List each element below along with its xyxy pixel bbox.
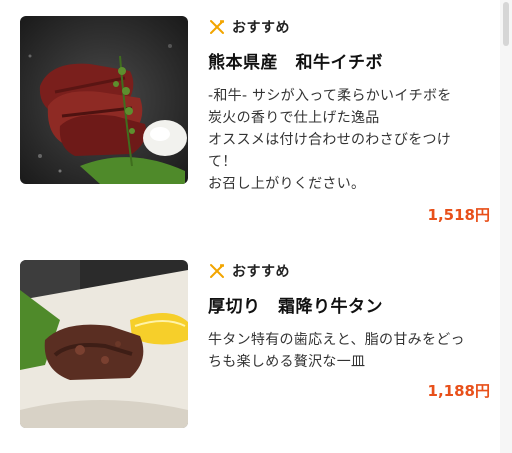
menu-item[interactable]: おすすめ 厚切り 霜降り牛タン 牛タン特有の歯応えと、脂の甘みをどっ ちも楽しめ… (20, 260, 490, 440)
menu-item-description: -和牛- サシが入って柔らかいイチボを 炭火の香りで仕上げた逸品 オススメは付け… (208, 88, 452, 192)
menu-item-price: 1,188円 (427, 382, 490, 400)
scrollbar[interactable] (500, 0, 512, 453)
fork-knife-icon (210, 264, 224, 278)
scrollbar-thumb[interactable] (503, 2, 509, 46)
menu-item-title: 熊本県産 和牛イチボ (208, 53, 383, 73)
menu-item-photo (20, 16, 188, 184)
recommend-badge: おすすめ (208, 260, 490, 282)
menu-item-title: 厚切り 霜降り牛タン (208, 297, 383, 317)
menu-item-price: 1,518円 (427, 206, 490, 224)
menu-item[interactable]: おすすめ 熊本県産 和牛イチボ -和牛- サシが入って柔らかいイチボを 炭火の香… (20, 16, 490, 236)
recommend-label: おすすめ (232, 20, 290, 36)
menu-item-photo (20, 260, 188, 428)
fork-knife-icon (210, 20, 224, 34)
recommend-label: おすすめ (232, 264, 290, 280)
menu-item-description: 牛タン特有の歯応えと、脂の甘みをどっ ちも楽しめる贅沢な一皿 (208, 332, 465, 370)
recommend-badge: おすすめ (208, 16, 490, 38)
